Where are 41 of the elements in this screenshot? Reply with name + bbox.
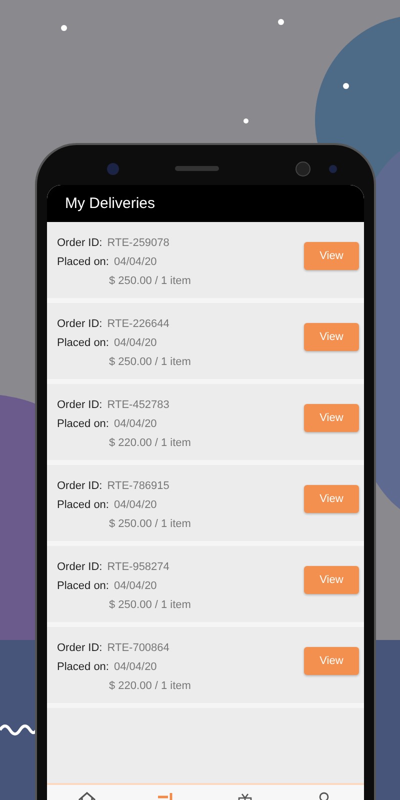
order-id: RTE-786915 <box>107 480 170 492</box>
order-id: RTE-452783 <box>107 399 170 411</box>
order-id: RTE-700864 <box>107 642 170 654</box>
order-date: 04/04/20 <box>114 418 157 430</box>
order-total: $ 250.00 / 1 item <box>109 599 191 611</box>
screen-title: My Deliveries <box>65 195 156 212</box>
field-label: Order ID: <box>57 480 102 492</box>
field-label: Order ID: <box>57 318 102 330</box>
star-dot <box>278 19 284 25</box>
star-dot <box>61 25 67 31</box>
order-total: $ 220.00 / 1 item <box>109 680 191 692</box>
field-label: Order ID: <box>57 399 102 411</box>
field-label: Placed on: <box>57 499 109 511</box>
view-button[interactable]: View <box>304 242 359 270</box>
order-date: 04/04/20 <box>114 499 157 511</box>
field-label: Placed on: <box>57 337 109 349</box>
field-label: Placed on: <box>57 418 109 430</box>
order-total: $ 220.00 / 1 item <box>109 437 191 449</box>
order-date: 04/04/20 <box>114 256 157 268</box>
star-dot <box>244 118 248 124</box>
view-button[interactable]: View <box>304 566 359 594</box>
order-total: $ 250.00 / 1 item <box>109 518 191 530</box>
view-button[interactable]: View <box>304 485 359 513</box>
star-dot <box>343 83 349 89</box>
view-button[interactable]: View <box>304 647 359 675</box>
order-date: 04/04/20 <box>114 337 157 349</box>
field-label: Placed on: <box>57 661 109 673</box>
order-id: RTE-226644 <box>107 318 170 330</box>
field-label: Order ID: <box>57 642 102 654</box>
view-button[interactable]: View <box>304 404 359 432</box>
order-id: RTE-259078 <box>107 237 170 249</box>
field-label: Order ID: <box>57 237 102 249</box>
order-date: 04/04/20 <box>114 580 157 592</box>
field-label: Order ID: <box>57 561 102 573</box>
field-label: Placed on: <box>57 256 109 268</box>
order-total: $ 250.00 / 1 item <box>109 275 191 287</box>
field-label: Placed on: <box>57 580 109 592</box>
view-button[interactable]: View <box>304 323 359 351</box>
order-date: 04/04/20 <box>114 661 157 673</box>
order-total: $ 250.00 / 1 item <box>109 356 191 368</box>
order-id: RTE-958274 <box>107 561 170 573</box>
